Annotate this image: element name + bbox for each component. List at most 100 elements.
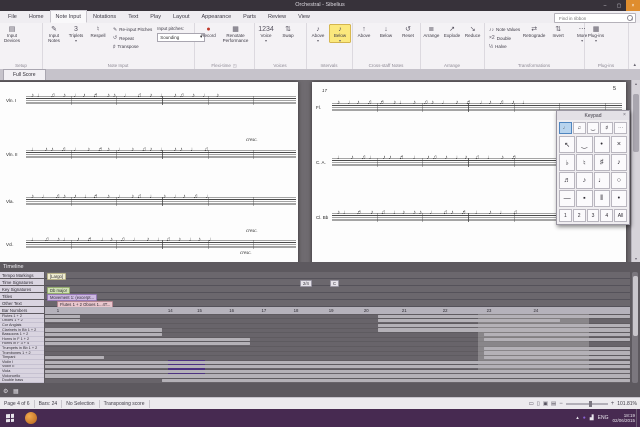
double-button[interactable]: ×2 Double xyxy=(487,35,522,42)
close-icon[interactable]: × xyxy=(621,111,628,120)
dialog-launcher-icon[interactable]: ◳ xyxy=(233,63,237,68)
chip-key-db-major[interactable]: Db major xyxy=(47,287,70,294)
transpose-button[interactable]: ♯ Transpose xyxy=(111,43,154,50)
tab-text[interactable]: Text xyxy=(122,10,144,23)
staff-vla[interactable]: ♪ ♩ ♫♪ ♪ ♩♬ ♪ ♩ ♪♫ ♩ ♪ ♩♪ ♫ ♩ xyxy=(26,197,296,206)
timeline-music-segment[interactable] xyxy=(45,342,250,345)
keypad-voice-button[interactable]: 3 xyxy=(587,209,600,222)
chip-title-movement-1[interactable]: Movement 1: (excerpt... xyxy=(47,294,97,301)
timeline-music-segment[interactable] xyxy=(45,370,630,373)
start-button[interactable] xyxy=(0,409,20,427)
scrollbar-thumb[interactable] xyxy=(633,94,639,152)
keypad-button[interactable]: • xyxy=(594,136,610,153)
arrange-button[interactable]: ≣ Arrange xyxy=(421,24,442,43)
chip-tempo-largo[interactable]: [Largo] xyxy=(47,273,66,280)
timeline-music-segment[interactable] xyxy=(484,338,630,341)
tab-layout[interactable]: Layout xyxy=(167,10,196,23)
expression-text[interactable]: cresc. xyxy=(240,251,252,256)
note-values-button[interactable]: ♪♪ Note Values xyxy=(487,26,522,33)
timeline-music-segment[interactable] xyxy=(484,347,630,350)
record-button[interactable]: ● Record xyxy=(195,24,222,43)
timeline-music-segment[interactable] xyxy=(45,356,104,359)
staff-vcl[interactable]: ♩ ♫ ♪♩ ♪ ♬ ♩♪ ♫ ♩ ♪ ♩♫ ♪ ♩♪ ♩ xyxy=(26,240,296,249)
tray-expand-icon[interactable]: ▴ xyxy=(576,415,579,421)
timeline-music-segment[interactable] xyxy=(45,365,630,368)
zoom-out-button[interactable]: − xyxy=(559,401,563,407)
full-screen-icon[interactable]: ▤ xyxy=(551,401,556,407)
timeline-music-segment[interactable] xyxy=(484,351,630,354)
full-score-tab[interactable]: Full Score xyxy=(3,69,46,80)
vertical-scrollbar[interactable]: ▴ ▾ xyxy=(631,80,640,262)
respell-button[interactable]: ♮ Respell xyxy=(87,24,109,48)
expression-text[interactable]: cresc. xyxy=(246,229,258,234)
interval-below-button[interactable]: ♪ Below ▾ xyxy=(329,24,351,43)
tab-notations[interactable]: Notations xyxy=(87,10,122,23)
ribbon-search-box[interactable] xyxy=(554,13,636,23)
staff-vln-2[interactable]: ♩ ♪♪ ♫ ♩ ♪ ♬♪ ♩ ♪ ♫♪ ♩ ♪♪ ♩ ♫ xyxy=(26,150,296,159)
timeline-grid-icon[interactable]: ▦ xyxy=(13,388,19,395)
tab-play[interactable]: Play xyxy=(144,10,167,23)
timeline-music-segment[interactable] xyxy=(378,328,630,331)
scroll-up-icon[interactable]: ▴ xyxy=(632,81,640,86)
timeline-music-segment[interactable] xyxy=(378,324,630,327)
keypad-button[interactable]: ‖ xyxy=(594,190,610,207)
input-notes-button[interactable]: ✎ Input Notes xyxy=(43,24,65,48)
timeline-music-segment[interactable] xyxy=(484,356,630,359)
spread-view-icon[interactable]: ▣ xyxy=(543,401,548,407)
language-indicator[interactable]: ENG xyxy=(598,415,609,421)
show-desktop-button[interactable] xyxy=(636,409,640,427)
single-page-view-icon[interactable]: ▯ xyxy=(537,401,540,407)
keypad-button[interactable]: ♮ xyxy=(576,154,592,171)
keypad-title-bar[interactable]: Keypad × xyxy=(557,111,629,120)
cross-staff-above-button[interactable]: ↑ Above xyxy=(353,24,375,43)
tab-home[interactable]: Home xyxy=(23,10,50,23)
keypad-button[interactable]: ↖ xyxy=(559,136,575,153)
keypad-button[interactable]: ▪ xyxy=(576,190,592,207)
cross-staff-reset-button[interactable]: ↺ Reset xyxy=(397,24,419,43)
zoom-slider-thumb[interactable] xyxy=(589,401,592,407)
scroll-down-icon[interactable]: ▾ xyxy=(632,256,640,261)
keypad-button[interactable]: ♪ xyxy=(611,154,627,171)
keypad-tab-articulations[interactable]: ♯ xyxy=(600,122,613,134)
tab-note-input[interactable]: Note Input xyxy=(50,10,87,23)
invert-button[interactable]: ⇅ Invert xyxy=(546,24,570,43)
timeline-music-segment[interactable] xyxy=(45,328,162,331)
keypad-button[interactable]: ‿ xyxy=(576,136,592,153)
timeline-music-segment[interactable] xyxy=(45,374,630,377)
timeline-music-segment[interactable] xyxy=(45,333,162,336)
halve-button[interactable]: ½ Halve xyxy=(487,43,522,50)
keypad-button[interactable]: ♬ xyxy=(559,172,575,189)
input-devices-button[interactable]: ▤ Input Devices xyxy=(1,24,23,48)
ribbon-search-input[interactable] xyxy=(557,15,627,22)
timeline-music-segment[interactable] xyxy=(45,338,250,341)
tab-view[interactable]: View xyxy=(292,10,316,23)
timeline-scrollbar[interactable] xyxy=(632,272,638,383)
timeline-music-segment[interactable] xyxy=(45,319,80,322)
timeline-music-segment[interactable] xyxy=(45,315,80,318)
tab-file[interactable]: File xyxy=(2,10,23,23)
timeline-music-segment[interactable] xyxy=(484,333,630,336)
keypad-button[interactable]: ○ xyxy=(611,172,627,189)
plug-ins-button[interactable]: ▦ Plug-ins ▾ xyxy=(585,24,607,43)
keypad-tab-accidentals[interactable]: ⋯ xyxy=(614,122,627,134)
keypad-tab-more-notes[interactable]: ♫ xyxy=(573,122,586,134)
tray-app-icon[interactable]: ● xyxy=(583,415,586,421)
close-button[interactable]: × xyxy=(626,0,640,11)
clock[interactable]: 18:19 02/06/2015 xyxy=(612,413,635,424)
keypad-voice-button[interactable]: 2 xyxy=(573,209,586,222)
zoom-slider[interactable] xyxy=(566,403,608,405)
timeline-tracks[interactable] xyxy=(45,314,630,383)
collapse-ribbon-button[interactable]: ▴ xyxy=(633,62,636,68)
triplets-button[interactable]: 3 Triplets ▾ xyxy=(65,24,87,48)
re-input-pitches-button[interactable]: ✎ Re-input Pitches xyxy=(111,26,154,33)
keypad-button[interactable]: ♪ xyxy=(576,172,592,189)
swap-button[interactable]: ⇅ Swap xyxy=(277,24,299,43)
keypad-button[interactable]: ♩ xyxy=(594,172,610,189)
keypad-button[interactable]: • xyxy=(611,190,627,207)
timeline-settings-gear-icon[interactable]: ⚙ xyxy=(3,388,8,395)
maximize-button[interactable]: ▢ xyxy=(612,0,626,11)
tab-appearance[interactable]: Appearance xyxy=(196,10,238,23)
keypad-button[interactable]: ♭ xyxy=(559,154,575,171)
keypad-voice-button[interactable]: All xyxy=(614,209,627,222)
chip-timesig-common[interactable]: C xyxy=(330,280,339,287)
